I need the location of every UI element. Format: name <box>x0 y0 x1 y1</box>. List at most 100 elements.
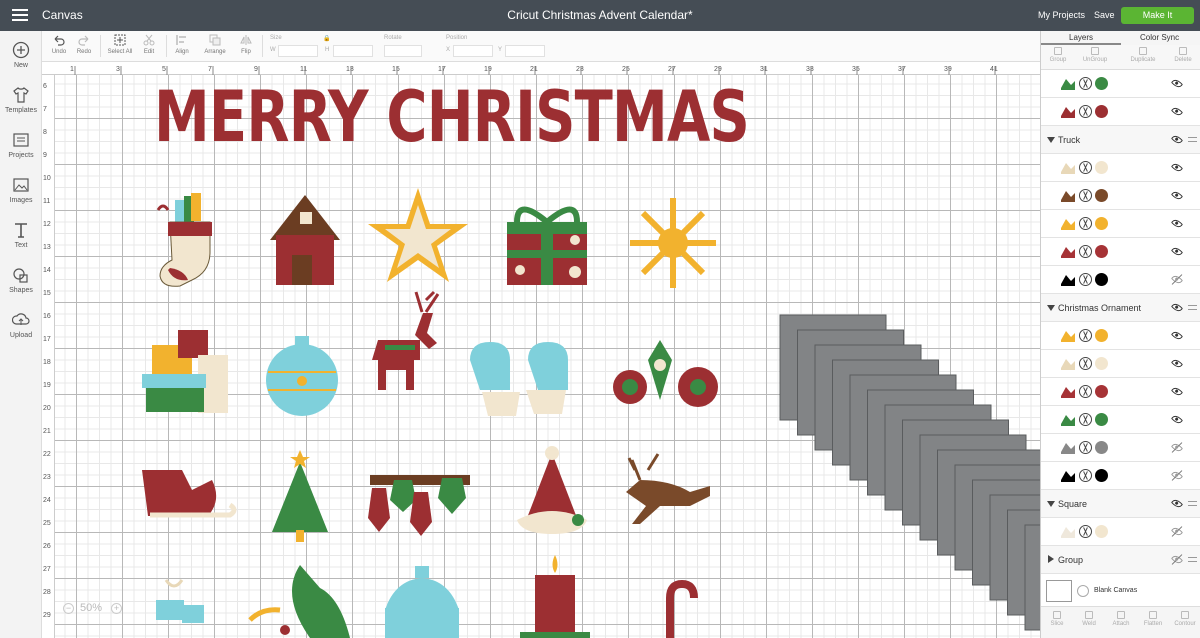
layer-color-swatch[interactable] <box>1095 77 1108 90</box>
visibility-eye-icon[interactable] <box>1170 525 1184 538</box>
layer-color-swatch[interactable] <box>1095 189 1108 202</box>
expand-toggle-icon[interactable] <box>1047 305 1055 311</box>
drag-handle-icon[interactable] <box>1188 137 1197 142</box>
cut-operation-icon[interactable] <box>1079 245 1092 258</box>
bauble-image[interactable] <box>266 336 338 416</box>
drag-handle-icon[interactable] <box>1188 305 1197 310</box>
layer-group-row[interactable]: Christmas Ornament <box>1041 294 1200 322</box>
visibility-eye-icon[interactable] <box>1170 553 1184 566</box>
skates-image[interactable] <box>156 579 204 623</box>
string-lights-image[interactable] <box>368 475 470 536</box>
visibility-eye-icon[interactable] <box>1170 77 1184 90</box>
cut-operation-icon[interactable] <box>1079 441 1092 454</box>
layer-group-row[interactable]: Group <box>1041 546 1200 574</box>
layer-color-swatch[interactable] <box>1095 525 1108 538</box>
snowflake-image[interactable] <box>630 198 716 288</box>
candy-cane-image[interactable] <box>666 579 698 638</box>
layer-color-swatch[interactable] <box>1095 413 1108 426</box>
cut-operation-icon[interactable] <box>1079 105 1092 118</box>
cut-operation-icon[interactable] <box>1079 357 1092 370</box>
cut-operation-icon[interactable] <box>1079 525 1092 538</box>
visibility-eye-icon[interactable] <box>1170 441 1184 454</box>
layer-row[interactable] <box>1041 406 1200 434</box>
layer-row[interactable] <box>1041 70 1200 98</box>
ungroup-button[interactable]: UnGroup <box>1079 47 1111 63</box>
visibility-eye-icon[interactable] <box>1170 105 1184 118</box>
layer-color-swatch[interactable] <box>1095 105 1108 118</box>
make-it-button[interactable]: Make It <box>1121 7 1194 24</box>
layer-row[interactable] <box>1041 322 1200 350</box>
drag-handle-icon[interactable] <box>1188 557 1197 562</box>
layer-row[interactable] <box>1041 98 1200 126</box>
blank-canvas-row[interactable]: Blank Canvas <box>1041 578 1200 606</box>
cut-operation-icon[interactable] <box>1079 413 1092 426</box>
visibility-eye-icon[interactable] <box>1170 469 1184 482</box>
stocking-image[interactable] <box>156 193 212 287</box>
visibility-eye-icon[interactable] <box>1170 385 1184 398</box>
duplicate-button[interactable]: Duplicate <box>1127 47 1159 63</box>
canvas-color-circle[interactable] <box>1077 585 1089 597</box>
cut-operation-icon[interactable] <box>1079 161 1092 174</box>
sleigh-image[interactable] <box>142 470 237 518</box>
expand-toggle-icon[interactable] <box>1047 137 1055 143</box>
layer-color-swatch[interactable] <box>1095 441 1108 454</box>
flatten-button[interactable]: Flatten <box>1137 611 1169 627</box>
layer-row[interactable] <box>1041 350 1200 378</box>
layer-row[interactable] <box>1041 378 1200 406</box>
attach-button[interactable]: Attach <box>1105 611 1137 627</box>
group-button[interactable]: Group <box>1042 47 1074 63</box>
delete-button[interactable]: Delete <box>1167 47 1199 63</box>
tab-layers[interactable]: Layers <box>1069 33 1093 42</box>
visibility-eye-icon[interactable] <box>1170 329 1184 342</box>
layer-group-row[interactable]: Square <box>1041 490 1200 518</box>
visibility-eye-icon[interactable] <box>1170 273 1184 286</box>
slice-button[interactable]: Slice <box>1041 611 1073 627</box>
layer-color-swatch[interactable] <box>1095 469 1108 482</box>
visibility-eye-icon[interactable] <box>1170 133 1184 146</box>
zoom-in-button[interactable]: + <box>111 603 122 614</box>
layer-row[interactable] <box>1041 210 1200 238</box>
visibility-eye-icon[interactable] <box>1170 189 1184 202</box>
tree-image[interactable] <box>272 450 328 542</box>
cut-operation-icon[interactable] <box>1079 469 1092 482</box>
layer-row[interactable] <box>1041 154 1200 182</box>
expand-toggle-icon[interactable] <box>1047 501 1055 507</box>
layer-row[interactable] <box>1041 182 1200 210</box>
holly-image[interactable] <box>248 565 350 638</box>
visibility-eye-icon[interactable] <box>1170 245 1184 258</box>
zoom-out-button[interactable]: − <box>63 603 74 614</box>
cut-operation-icon[interactable] <box>1079 329 1092 342</box>
layer-row[interactable] <box>1041 266 1200 294</box>
weld-button[interactable]: Weld <box>1073 611 1105 627</box>
gift-stack-image[interactable] <box>142 330 228 413</box>
visibility-eye-icon[interactable] <box>1170 413 1184 426</box>
mittens-image[interactable] <box>470 342 568 416</box>
leaping-reindeer-image[interactable] <box>626 453 710 524</box>
layer-row[interactable] <box>1041 434 1200 462</box>
layer-color-swatch[interactable] <box>1095 245 1108 258</box>
santa-hat-image[interactable] <box>517 446 587 534</box>
contour-button[interactable]: Contour <box>1169 611 1200 627</box>
layer-color-swatch[interactable] <box>1095 357 1108 370</box>
star-image[interactable] <box>368 188 468 282</box>
candle-image[interactable] <box>520 555 590 638</box>
visibility-eye-icon[interactable] <box>1170 497 1184 510</box>
aqua-ornament-image[interactable] <box>385 566 459 638</box>
canvas-swatch[interactable] <box>1046 580 1072 602</box>
layer-color-swatch[interactable] <box>1095 385 1108 398</box>
visibility-eye-icon[interactable] <box>1170 357 1184 370</box>
cut-operation-icon[interactable] <box>1079 189 1092 202</box>
cut-operation-icon[interactable] <box>1079 217 1092 230</box>
reindeer-image[interactable] <box>372 290 440 390</box>
layer-row[interactable] <box>1041 518 1200 546</box>
drag-handle-icon[interactable] <box>1188 501 1197 506</box>
expand-toggle-icon[interactable] <box>1048 555 1054 563</box>
layer-color-swatch[interactable] <box>1095 161 1108 174</box>
tab-color-sync[interactable]: Color Sync <box>1140 33 1179 42</box>
house-image[interactable] <box>270 195 340 285</box>
layer-group-row[interactable]: Truck <box>1041 126 1200 154</box>
layer-row[interactable] <box>1041 238 1200 266</box>
cut-operation-icon[interactable] <box>1079 273 1092 286</box>
visibility-eye-icon[interactable] <box>1170 301 1184 314</box>
my-projects-link[interactable]: My Projects <box>1038 10 1085 20</box>
